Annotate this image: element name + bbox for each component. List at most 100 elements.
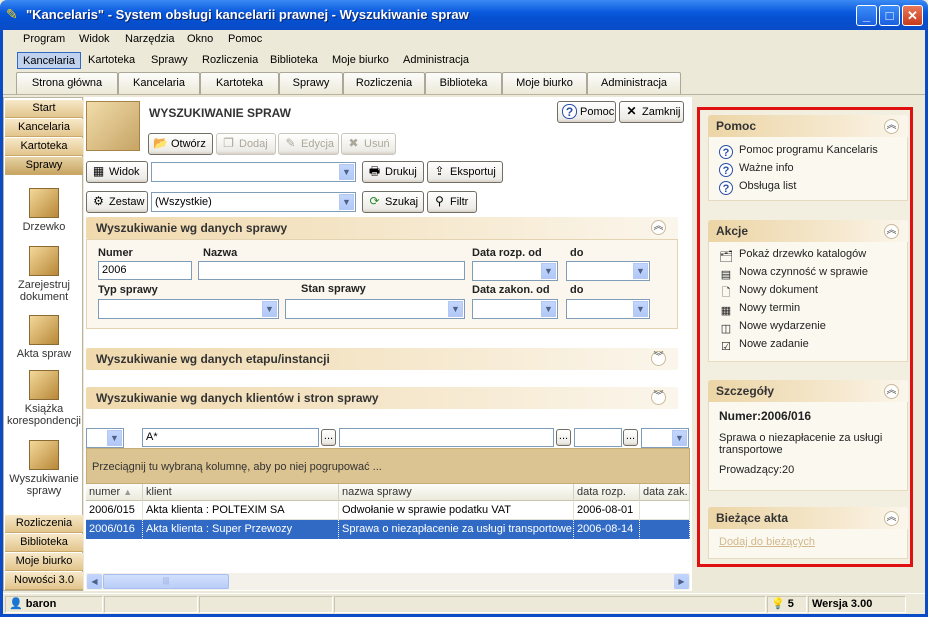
edit-button[interactable]: ✎ Edycja bbox=[278, 133, 339, 155]
expand-icon[interactable]: ︾ bbox=[651, 390, 666, 405]
tab-rozliczenia[interactable]: Rozliczenia bbox=[343, 72, 425, 94]
action-new-document[interactable]: 🗋 Nowy dokument bbox=[719, 284, 818, 300]
horizontal-scrollbar[interactable]: ◀ ||| ▶ bbox=[86, 573, 690, 590]
typ-sprawy-select[interactable]: ▼ bbox=[98, 299, 279, 319]
filter-data-rozp[interactable] bbox=[574, 428, 622, 447]
tab-kancelaria[interactable]: Kancelaria bbox=[118, 72, 200, 94]
data-zakon-do-field[interactable]: ▼ bbox=[566, 299, 650, 319]
search-button[interactable]: ⟳ Szukaj bbox=[362, 191, 424, 213]
data-rozp-do-field[interactable]: ▼ bbox=[566, 261, 650, 281]
action-new-task[interactable]: ☑ Nowe zadanie bbox=[719, 338, 809, 354]
chevron-down-icon[interactable]: ▼ bbox=[633, 263, 648, 279]
title-bar[interactable]: ✎ "Kancelaris" - System obsługi kancelar… bbox=[0, 0, 928, 30]
set-select[interactable]: (Wszystkie) ▼ bbox=[151, 192, 356, 212]
toolbar-moje-biurko[interactable]: Moje biurko bbox=[327, 52, 394, 69]
toolbar-sprawy[interactable]: Sprawy bbox=[146, 52, 193, 69]
open-button[interactable]: 📂 Otwórz bbox=[148, 133, 213, 155]
collapse-icon[interactable]: ︽ bbox=[884, 384, 899, 399]
tab-biblioteka[interactable]: Biblioteka bbox=[425, 72, 502, 94]
filter-klient[interactable]: A* bbox=[142, 428, 319, 447]
collapse-icon[interactable]: ︽ bbox=[884, 224, 899, 239]
tab-moje-biurko[interactable]: Moje biurko bbox=[502, 72, 587, 94]
action-new-activity[interactable]: ▤ Nowa czynność w sprawie bbox=[719, 266, 868, 282]
group-by-area[interactable]: Przeciągnij tu wybraną kolumnę, aby po n… bbox=[86, 448, 690, 484]
section-stage-header[interactable]: Wyszukiwanie wg danych etapu/instancji bbox=[86, 348, 678, 370]
chevron-down-icon[interactable]: ▼ bbox=[339, 194, 354, 210]
print-button[interactable]: 🖶 Drukuj bbox=[362, 161, 424, 183]
nav-kartoteka[interactable]: Kartoteka bbox=[5, 138, 83, 156]
menu-pomoc[interactable]: Pomoc bbox=[228, 33, 262, 45]
section-clients-header[interactable]: Wyszukiwanie wg danych klientów i stron … bbox=[86, 387, 678, 409]
close-button[interactable]: ✕ bbox=[902, 5, 923, 26]
filter-nazwa-ellipsis[interactable]: ... bbox=[556, 429, 571, 446]
filter-data-ellipsis[interactable]: ... bbox=[623, 429, 638, 446]
scroll-left-icon[interactable]: ◀ bbox=[87, 574, 102, 589]
maximize-button[interactable]: □ bbox=[879, 5, 900, 26]
col-data-rozp[interactable]: data rozp. bbox=[574, 484, 640, 501]
nav-biblioteka[interactable]: Biblioteka bbox=[5, 534, 83, 552]
scroll-thumb[interactable]: ||| bbox=[103, 574, 229, 589]
add-button[interactable]: ❐ Dodaj bbox=[216, 133, 276, 155]
status-notifications[interactable]: 💡 5 bbox=[767, 596, 807, 613]
scroll-right-icon[interactable]: ▶ bbox=[674, 574, 689, 589]
col-data-zak[interactable]: data zak. bbox=[640, 484, 690, 501]
export-button[interactable]: ⇪ Eksportuj bbox=[427, 161, 503, 183]
filter-data-zak[interactable]: ▼ bbox=[641, 428, 689, 448]
nav-item-akta[interactable]: Akta spraw bbox=[4, 315, 84, 360]
expand-icon[interactable]: ︾ bbox=[651, 351, 666, 366]
toolbar-rozliczenia[interactable]: Rozliczenia bbox=[197, 52, 263, 69]
menu-program[interactable]: Program bbox=[23, 33, 65, 45]
nav-item-zarejestruj[interactable]: Zarejestruj dokument bbox=[4, 246, 84, 303]
chevron-down-icon[interactable]: ▼ bbox=[633, 301, 648, 317]
nav-start[interactable]: Start bbox=[5, 100, 83, 118]
nav-moje-biurko[interactable]: Moje biurko bbox=[5, 553, 83, 571]
data-zakon-od-field[interactable]: ▼ bbox=[472, 299, 558, 319]
menu-okno[interactable]: Okno bbox=[187, 33, 213, 45]
filter-numer[interactable]: ▼ bbox=[86, 428, 124, 448]
numer-input[interactable]: 2006 bbox=[98, 261, 192, 280]
close-page-button[interactable]: ✕ Zamknij bbox=[619, 101, 684, 123]
chevron-down-icon[interactable]: ▼ bbox=[672, 430, 687, 446]
panel-actions-header[interactable]: Akcje bbox=[708, 220, 908, 242]
collapse-icon[interactable]: ︽ bbox=[884, 511, 899, 526]
filter-klient-ellipsis[interactable]: ... bbox=[321, 429, 336, 446]
nazwa-input[interactable] bbox=[198, 261, 465, 280]
tab-administracja[interactable]: Administracja bbox=[587, 72, 681, 94]
nav-nowosci[interactable]: Nowości 3.0 bbox=[5, 572, 83, 590]
table-row[interactable]: 2006/015 Akta klienta : POLTEXIM SA Odwo… bbox=[86, 501, 690, 520]
tab-sprawy[interactable]: Sprawy bbox=[279, 72, 343, 94]
chevron-down-icon[interactable]: ▼ bbox=[339, 164, 354, 180]
view-button[interactable]: ▦ Widok bbox=[86, 161, 148, 183]
nav-kancelaria[interactable]: Kancelaria bbox=[5, 119, 83, 137]
chevron-down-icon[interactable]: ▼ bbox=[541, 301, 556, 317]
chevron-down-icon[interactable]: ▼ bbox=[262, 301, 277, 317]
col-numer[interactable]: numer ▲ bbox=[86, 484, 143, 501]
panel-current-header[interactable]: Bieżące akta bbox=[708, 507, 908, 529]
view-select[interactable]: ▼ bbox=[151, 162, 356, 182]
nav-rozliczenia[interactable]: Rozliczenia bbox=[5, 515, 83, 533]
collapse-icon[interactable]: ︽ bbox=[884, 119, 899, 134]
panel-help-header[interactable]: Pomoc bbox=[708, 115, 908, 137]
delete-button[interactable]: ✖ Usuń bbox=[341, 133, 396, 155]
stan-sprawy-select[interactable]: ▼ bbox=[285, 299, 465, 319]
help-link-program[interactable]: ? Pomoc programu Kancelaris bbox=[719, 144, 878, 159]
col-nazwa[interactable]: nazwa sprawy bbox=[339, 484, 574, 501]
toolbar-administracja[interactable]: Administracja bbox=[398, 52, 474, 69]
menu-narzedzia[interactable]: Narzędzia bbox=[125, 33, 175, 45]
table-row-selected[interactable]: 2006/016 Akta klienta : Super Przewozy S… bbox=[86, 520, 690, 539]
tab-strona-glowna[interactable]: Strona główna bbox=[16, 72, 118, 94]
toolbar-biblioteka[interactable]: Biblioteka bbox=[265, 52, 323, 69]
menu-widok[interactable]: Widok bbox=[79, 33, 110, 45]
help-link-lists[interactable]: ? Obsługa list bbox=[719, 180, 796, 195]
help-button[interactable]: ? Pomoc bbox=[557, 101, 616, 123]
set-button[interactable]: ⚙ Zestaw bbox=[86, 191, 148, 213]
action-new-term[interactable]: ▦ Nowy termin bbox=[719, 302, 800, 318]
tab-kartoteka[interactable]: Kartoteka bbox=[200, 72, 279, 94]
data-rozp-od-field[interactable]: ▼ bbox=[472, 261, 558, 281]
chevron-down-icon[interactable]: ▼ bbox=[541, 263, 556, 279]
nav-item-ksiazka[interactable]: Książka korespondencji bbox=[4, 370, 84, 427]
filter-button[interactable]: ⚲ Filtr bbox=[427, 191, 477, 213]
collapse-icon[interactable]: ︽ bbox=[651, 220, 666, 235]
col-klient[interactable]: klient bbox=[143, 484, 339, 501]
minimize-button[interactable]: _ bbox=[856, 5, 877, 26]
